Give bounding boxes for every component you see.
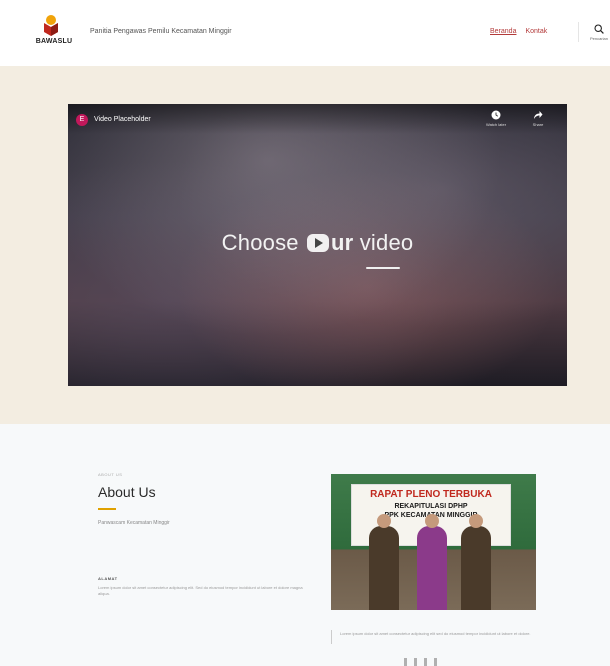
watch-later-button[interactable]: Watch later (481, 110, 511, 127)
banner-title: RAPAT PLENO TERBUKA (370, 489, 492, 500)
about-photo: RAPAT PLENO TERBUKA REKAPITULASI DPHP PP… (331, 474, 536, 610)
video-center-text: Choose ur video (68, 230, 567, 256)
center-text-bold: ur (331, 230, 354, 255)
bawaslu-logo[interactable]: BAWASLU (30, 14, 78, 54)
share-label: Share (532, 122, 544, 127)
caption-quote-bar (331, 630, 332, 644)
video-player[interactable]: E Video Placeholder Watch later Share Ch… (68, 104, 567, 386)
site-title[interactable]: Panitia Pengawas Pemilu Kecamatan Minggi… (90, 28, 232, 35)
photo-person-1 (369, 514, 399, 610)
about-eyebrow: ABOUT US (98, 472, 123, 477)
center-text-before: Choose (221, 230, 306, 255)
nav-divider (578, 22, 579, 42)
video-text-underline (366, 267, 400, 269)
main-nav: Beranda Kontak (490, 28, 547, 35)
share-icon (534, 111, 543, 119)
elementor-badge-icon: E (76, 114, 88, 126)
logo-mark-icon (44, 15, 58, 36)
clock-icon (491, 110, 501, 120)
about-title: About Us (98, 484, 156, 500)
video-title[interactable]: Video Placeholder (94, 116, 151, 123)
watch-later-label: Watch later (485, 122, 507, 127)
photo-person-3 (461, 514, 491, 610)
about-section: ABOUT US About Us Panwascam Kecamatan Mi… (0, 424, 610, 666)
site-header: BAWASLU Panitia Pengawas Pemilu Kecamata… (0, 0, 610, 66)
search-toggle[interactable]: Pencarian (588, 24, 610, 41)
photo-person-2 (417, 514, 447, 610)
bar-3 (424, 658, 427, 666)
search-label: Pencarian (589, 36, 608, 41)
play-button-icon[interactable] (307, 234, 330, 252)
decorative-bars (404, 658, 437, 666)
photo-caption: Lorem ipsum dolor sit amet consectetur a… (340, 631, 531, 636)
about-subtitle: Panwascam Kecamatan Minggir (98, 520, 170, 526)
nav-beranda[interactable]: Beranda (490, 28, 516, 35)
search-icon (594, 24, 604, 34)
about-body-text: Lorem ipsum dolor sit amet consectetur a… (98, 585, 303, 596)
share-button[interactable]: Share (523, 110, 553, 127)
about-accent-line (98, 508, 116, 510)
center-text-after: video (353, 230, 414, 255)
logo-text: BAWASLU (35, 38, 73, 45)
nav-kontak[interactable]: Kontak (525, 28, 547, 35)
banner-line-1: REKAPITULASI DPHP (394, 503, 468, 510)
about-label: ALAMAT (98, 576, 118, 581)
bar-1 (404, 658, 407, 666)
bar-4 (434, 658, 437, 666)
bar-2 (414, 658, 417, 666)
